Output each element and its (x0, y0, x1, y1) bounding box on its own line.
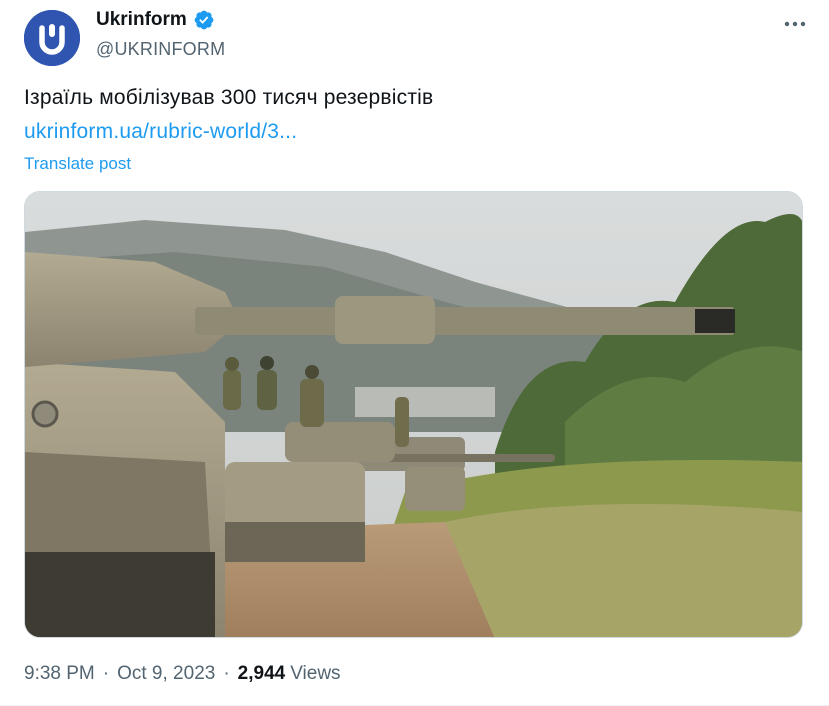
author-handle[interactable]: @UKRINFORM (96, 39, 225, 60)
views-count[interactable]: 2,944 (238, 663, 286, 685)
post-time[interactable]: 9:38 PM (24, 663, 95, 685)
verified-badge-icon[interactable] (193, 9, 215, 31)
author-avatar[interactable] (24, 10, 80, 66)
meta-separator: · (102, 663, 110, 684)
post-date[interactable]: Oct 9, 2023 (117, 663, 215, 685)
post-link[interactable]: ukrinform.ua/rubric-world/3... (24, 120, 297, 144)
translate-post-button[interactable]: Translate post (24, 154, 131, 174)
ukrinform-logo-icon (24, 10, 80, 66)
author-display-name[interactable]: Ukrinform (96, 9, 187, 31)
more-options-button[interactable] (783, 12, 807, 36)
post-text: Ізраїль мобілізував 300 тисяч резервісті… (24, 86, 434, 109)
views-label: Views (290, 663, 341, 684)
author-names: Ukrinform @UKRINFORM (96, 9, 225, 60)
more-icon (784, 21, 806, 27)
post-image[interactable] (24, 191, 803, 638)
post-meta: 9:38 PM · Oct 9, 2023 · 2,944 Views (24, 663, 341, 685)
meta-separator: · (223, 663, 230, 684)
tanks-photo (25, 192, 802, 637)
tweet-card[interactable]: Ukrinform @UKRINFORM Ізраїль мобілізував… (0, 0, 829, 706)
